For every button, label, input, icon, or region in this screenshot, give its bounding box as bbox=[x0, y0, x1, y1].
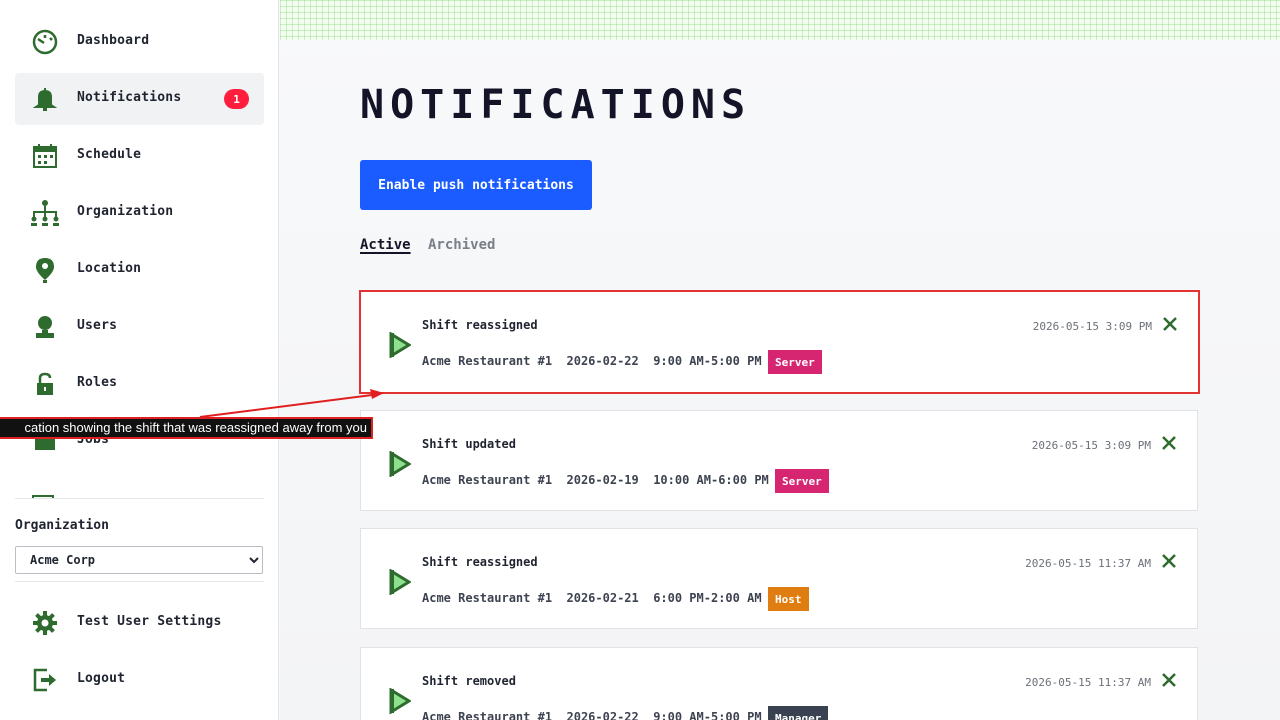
role-badge: Host bbox=[768, 587, 809, 611]
sidebar-divider bbox=[15, 581, 264, 582]
decorative-grid-strip bbox=[280, 0, 1280, 40]
notification-time: 2026-05-15 3:09 PM bbox=[1032, 320, 1152, 333]
sidebar-item-roles[interactable]: Roles bbox=[15, 358, 264, 410]
sidebar-item-schedule[interactable]: Schedule bbox=[15, 130, 264, 182]
sidebar-item-logout[interactable]: Logout bbox=[15, 654, 264, 706]
sidebar-item-label: Roles bbox=[77, 375, 118, 390]
sidebar-item-label: Location bbox=[77, 261, 142, 276]
notification-time: 2026-05-15 11:37 AM bbox=[1025, 557, 1151, 570]
notification-meta: Acme Restaurant #1 2026-02-21 6:00 PM-2:… bbox=[422, 591, 762, 605]
enable-push-button[interactable]: Enable push notifications bbox=[360, 160, 592, 210]
user-icon bbox=[30, 313, 60, 341]
gear-icon bbox=[30, 609, 60, 637]
play-flag-icon bbox=[389, 331, 412, 362]
sidebar-item-label: Dashboard bbox=[77, 33, 150, 48]
sidebar-item-users[interactable]: Users bbox=[15, 301, 264, 353]
notification-card[interactable]: Shift removed Acme Restaurant #1 2026-02… bbox=[360, 647, 1198, 720]
notification-meta: Acme Restaurant #1 2026-02-22 9:00 AM-5:… bbox=[422, 354, 762, 368]
role-badge: Server bbox=[775, 469, 829, 493]
sidebar-item-notifications[interactable]: Notifications 1 bbox=[15, 73, 264, 125]
close-icon[interactable] bbox=[1161, 553, 1177, 569]
notification-card[interactable]: Shift updated Acme Restaurant #1 2026-02… bbox=[360, 410, 1198, 511]
tab-active[interactable]: Active bbox=[360, 237, 411, 253]
sidebar-item-label: Users bbox=[77, 318, 118, 333]
organization-select[interactable]: Acme Corp bbox=[15, 546, 263, 574]
sidebar-item-label: Logout bbox=[77, 671, 126, 686]
sidebar-item-label: Test User Settings bbox=[77, 614, 222, 629]
annotation-callout: cation showing the shift that was reassi… bbox=[0, 417, 373, 439]
sidebar-item-label: Notifications bbox=[77, 90, 182, 105]
notification-card[interactable]: Shift reassigned Acme Restaurant #1 2026… bbox=[360, 528, 1198, 629]
page-title: Notifications bbox=[360, 82, 752, 128]
close-icon[interactable] bbox=[1161, 672, 1177, 688]
notification-card[interactable]: Shift reassigned Acme Restaurant #1 2026… bbox=[359, 290, 1200, 394]
partial-nav-icon bbox=[30, 488, 60, 498]
logout-icon bbox=[30, 666, 60, 694]
notification-count-badge: 1 bbox=[224, 89, 249, 109]
play-flag-icon bbox=[389, 450, 412, 481]
play-flag-icon bbox=[389, 568, 412, 599]
tab-archived[interactable]: Archived bbox=[428, 237, 495, 253]
sidebar-item-settings[interactable]: Test User Settings bbox=[15, 597, 264, 649]
sidebar-item-organization[interactable]: Organization bbox=[15, 187, 264, 239]
notification-time: 2026-05-15 11:37 AM bbox=[1025, 676, 1151, 689]
dashboard-icon bbox=[30, 28, 60, 56]
notification-title: Shift removed bbox=[422, 674, 516, 688]
notification-time: 2026-05-15 3:09 PM bbox=[1031, 439, 1151, 452]
calendar-icon bbox=[30, 142, 60, 170]
sidebar-item-label: Organization bbox=[77, 204, 174, 219]
role-badge: Server bbox=[768, 350, 822, 374]
org-chart-icon bbox=[30, 199, 60, 227]
sidebar-item-label: Schedule bbox=[77, 147, 142, 162]
notification-meta: Acme Restaurant #1 2026-02-22 9:00 AM-5:… bbox=[422, 710, 762, 720]
notification-title: Shift reassigned bbox=[422, 555, 538, 569]
notification-title: Shift updated bbox=[422, 437, 516, 451]
lock-icon bbox=[30, 370, 60, 398]
close-icon[interactable] bbox=[1162, 316, 1178, 332]
location-pin-icon bbox=[30, 256, 60, 284]
bell-icon bbox=[30, 85, 60, 113]
sidebar-divider bbox=[15, 498, 264, 499]
role-badge: Manager bbox=[768, 706, 829, 720]
close-icon[interactable] bbox=[1161, 435, 1177, 451]
main-content: Notifications Enable push notifications … bbox=[280, 0, 1280, 720]
sidebar: Dashboard Notifications 1 Schedule Organ… bbox=[0, 0, 279, 720]
organization-label: Organization bbox=[15, 518, 109, 533]
sidebar-item-location[interactable]: Location bbox=[15, 244, 264, 296]
play-flag-icon bbox=[389, 687, 412, 718]
notification-meta: Acme Restaurant #1 2026-02-19 10:00 AM-6… bbox=[422, 473, 769, 487]
notification-title: Shift reassigned bbox=[422, 318, 538, 332]
sidebar-item-dashboard[interactable]: Dashboard bbox=[15, 16, 264, 68]
